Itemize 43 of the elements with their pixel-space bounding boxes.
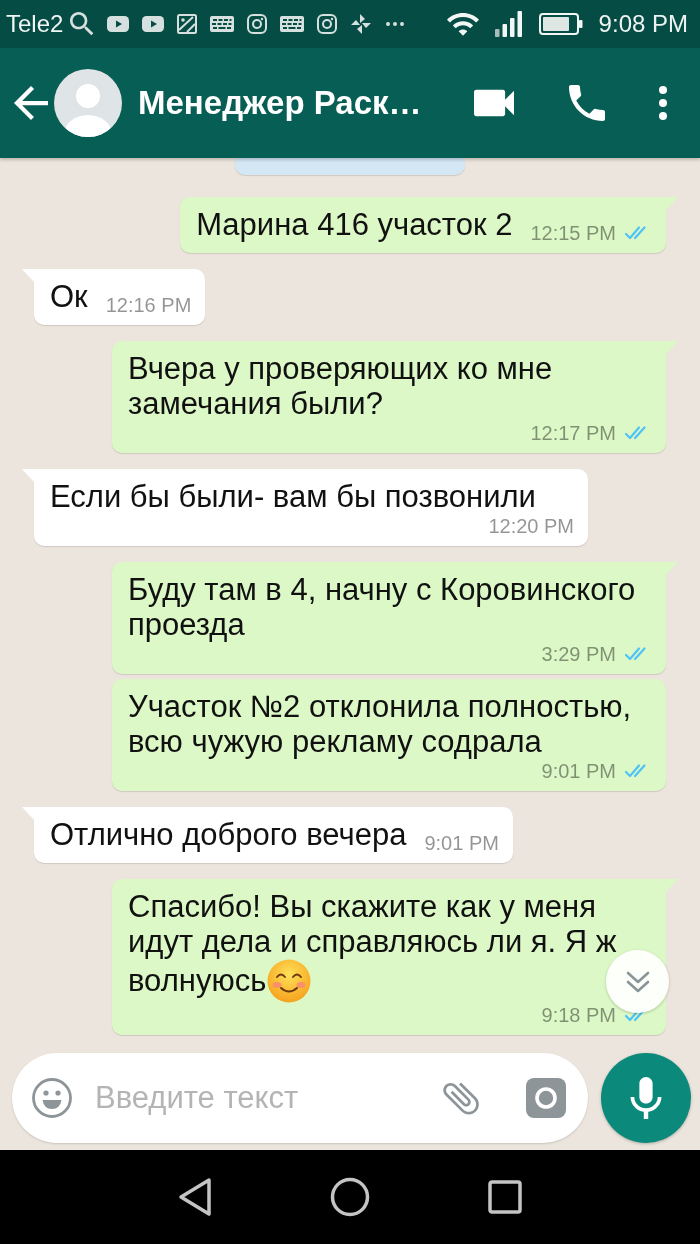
status-time: 9:08 PM xyxy=(598,10,688,38)
message-text: Буду там в 4, начну с Коровинского проезда xyxy=(128,572,636,642)
message-text: Спасибо! Вы скажите как у меня идут дела и справляюсь ли я. Я ж волнуюсь xyxy=(128,889,617,998)
avatar-icon[interactable] xyxy=(54,69,122,137)
message-text: Ок xyxy=(50,279,88,314)
camera-outline-icon xyxy=(247,14,268,34)
message-text: Если бы были- вам бы позвонили xyxy=(50,479,536,514)
message-time: 3:29 PM xyxy=(541,642,616,666)
message-text: Отлично доброго вечера xyxy=(50,817,407,852)
message-text: Марина 416 участок 2 xyxy=(196,207,513,242)
carrier-name: Tele2 xyxy=(6,10,64,38)
camera-outline-icon xyxy=(317,14,338,34)
pinwheel-icon xyxy=(350,13,373,35)
back-icon[interactable] xyxy=(178,1177,212,1217)
back-arrow-icon[interactable] xyxy=(14,86,48,120)
message-time: 12:15 PM xyxy=(530,221,616,245)
message-time: 9:18 PM xyxy=(541,1003,616,1027)
message-text: Участок №2 отклонила полностью, всю чужую рекламу содрала xyxy=(128,689,632,759)
more-options-icon[interactable] xyxy=(657,85,669,121)
smiley-face-icon[interactable] xyxy=(32,1078,72,1118)
wifi-icon xyxy=(446,11,479,37)
search-icon xyxy=(70,12,95,36)
message-time: 12:17 PM xyxy=(530,421,616,445)
recents-icon[interactable] xyxy=(488,1180,522,1214)
contact-name[interactable]: Менеджер Раск… xyxy=(138,84,464,122)
message-time: 9:01 PM xyxy=(541,759,616,783)
keyboard-icon xyxy=(210,16,235,32)
signal-icon xyxy=(494,11,523,37)
keyboard-icon xyxy=(280,16,305,32)
play-icon xyxy=(107,16,130,32)
camera-icon[interactable] xyxy=(526,1078,566,1118)
home-icon[interactable] xyxy=(330,1177,370,1217)
phone-icon[interactable] xyxy=(569,85,605,121)
play-icon xyxy=(142,16,165,32)
message-time: 12:20 PM xyxy=(488,514,574,538)
message-time: 9:01 PM xyxy=(424,831,499,855)
image-icon xyxy=(177,14,198,34)
message-text: Вчера у проверяющих ко мне замечания были? xyxy=(128,351,553,421)
ellipsis-icon xyxy=(385,21,406,27)
message-time: 12:16 PM xyxy=(105,293,192,317)
battery-icon xyxy=(538,12,583,36)
message-input[interactable]: Введите текст xyxy=(95,1073,417,1123)
message-field[interactable]: Введите текст xyxy=(12,1053,588,1143)
